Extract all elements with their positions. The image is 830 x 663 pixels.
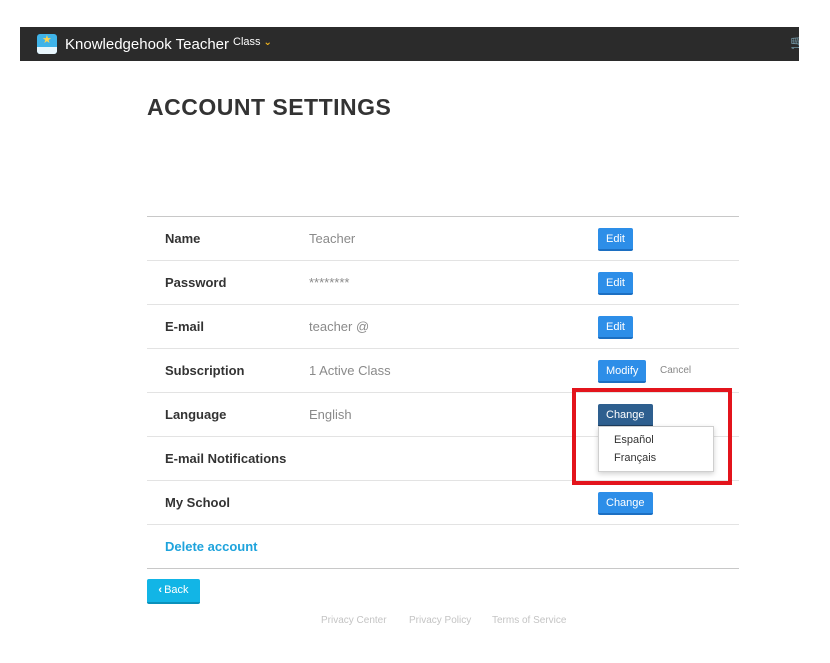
knowledgehook-logo-icon: ★	[37, 34, 57, 54]
brand-name: Knowledgehook Teacher	[65, 35, 230, 53]
cancel-subscription-link[interactable]: Cancel	[660, 365, 691, 376]
email-value: teacher @	[309, 319, 370, 334]
terms-of-service-link[interactable]: Terms of Service	[492, 615, 566, 626]
settings-row-my-school: My School Change	[147, 480, 739, 524]
page-title: ACCOUNT SETTINGS	[147, 94, 392, 120]
chevron-down-icon: ⌄	[263, 36, 272, 48]
name-label: Name	[165, 231, 201, 246]
edit-name-button[interactable]: Edit	[598, 228, 633, 251]
language-label: Language	[165, 407, 227, 422]
password-label: Password	[165, 275, 227, 290]
name-value: Teacher	[309, 231, 356, 246]
email-notifications-label: E-mail Notifications	[165, 451, 287, 466]
language-value: English	[309, 407, 352, 422]
edit-email-button[interactable]: Edit	[598, 316, 633, 339]
subscription-label: Subscription	[165, 363, 245, 378]
settings-row-password: Password ******** Edit	[147, 260, 739, 304]
change-language-button[interactable]: Change	[598, 404, 653, 427]
language-dropdown: Español Français	[598, 426, 714, 472]
delete-account-link[interactable]: Delete account	[165, 539, 257, 554]
language-option-espanol[interactable]: Español	[599, 431, 713, 449]
chevron-left-icon: ‹	[158, 584, 163, 596]
subscription-value: 1 Active Class	[309, 363, 391, 378]
class-menu-label: Class	[233, 36, 261, 48]
email-label: E-mail	[165, 319, 205, 334]
back-button-label: Back	[164, 584, 189, 596]
my-school-label: My School	[165, 495, 231, 510]
privacy-policy-link[interactable]: Privacy Policy	[409, 615, 471, 626]
top-navbar: ★ Knowledgehook Teacher Class ⌄ 🛒	[20, 27, 799, 61]
modify-subscription-button[interactable]: Modify	[598, 360, 647, 383]
settings-row-subscription: Subscription 1 Active Class Modify Cance…	[147, 348, 739, 392]
settings-row-delete: Delete account	[147, 524, 739, 568]
password-value: ********	[309, 275, 350, 290]
language-option-francais[interactable]: Français	[599, 449, 713, 467]
cart-icon[interactable]: 🛒	[790, 36, 799, 49]
edit-password-button[interactable]: Edit	[598, 272, 633, 295]
privacy-center-link[interactable]: Privacy Center	[321, 615, 387, 626]
settings-row-name: Name Teacher Edit	[147, 217, 739, 260]
settings-row-email: E-mail teacher @ Edit	[147, 304, 739, 348]
class-menu[interactable]: Class ⌄	[233, 36, 272, 48]
change-school-button[interactable]: Change	[598, 492, 653, 515]
back-button[interactable]: ‹ Back	[147, 579, 200, 604]
brand[interactable]: ★ Knowledgehook Teacher	[37, 33, 229, 55]
account-settings-table: Name Teacher Edit Password ******** Edit…	[147, 216, 739, 569]
